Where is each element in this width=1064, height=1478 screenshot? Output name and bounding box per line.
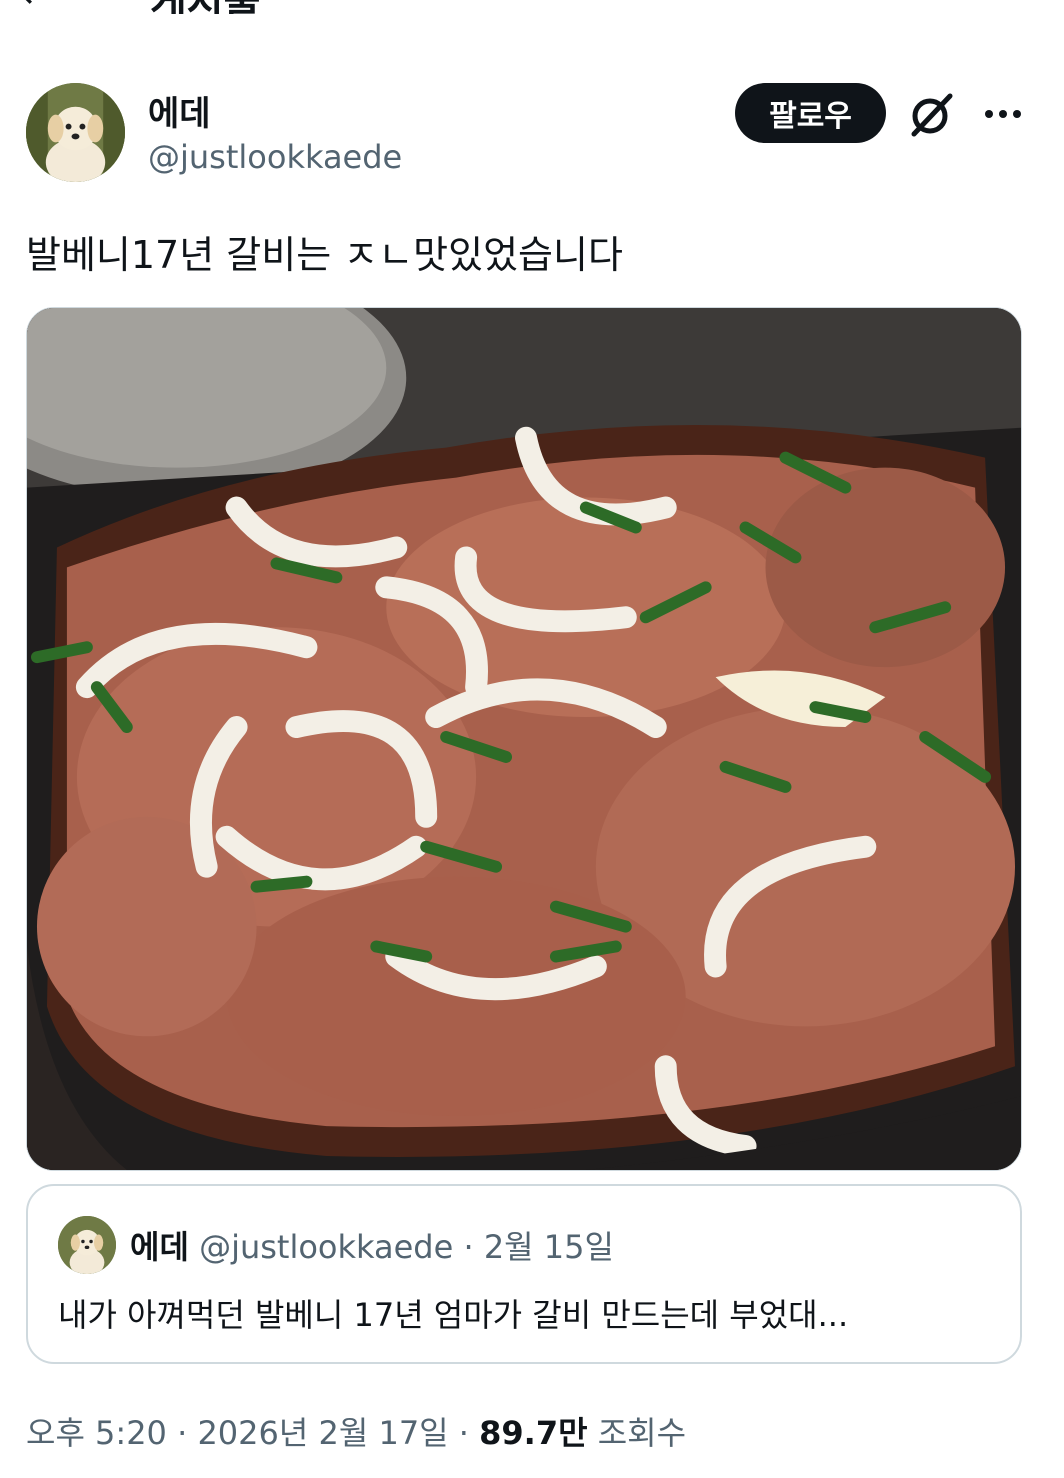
views-label: 조회수 <box>597 1414 687 1452</box>
quote-separator: · <box>463 1228 474 1266</box>
more-icon[interactable] <box>978 92 1028 136</box>
views-count[interactable]: 89.7만 <box>479 1414 587 1452</box>
author-avatar[interactable] <box>26 83 125 182</box>
footer-separator: · <box>458 1414 469 1452</box>
page-title: 게시물 <box>150 0 260 14</box>
photo-galbi-on-grill-icon <box>27 308 1021 1170</box>
post-date: 2026년 2월 17일 <box>197 1414 449 1452</box>
puppy-avatar-icon <box>26 83 125 182</box>
follow-button[interactable]: 팔로우 <box>735 83 886 143</box>
top-bar: ← 게시물 <box>0 0 1064 14</box>
author-name[interactable]: 에데 <box>148 86 211 135</box>
quote-author-handle: @justlookkaede <box>199 1228 454 1266</box>
grok-icon[interactable] <box>906 88 958 140</box>
tweet-metadata: 오후 5:20 · 2026년 2월 17일 · 89.7만 조회수 <box>26 1408 686 1454</box>
quote-text: 내가 아껴먹던 발베니 17년 엄마가 갈비 만드는데 부었대... <box>58 1296 849 1334</box>
back-arrow-icon[interactable]: ← <box>20 0 54 14</box>
tweet-photo[interactable] <box>26 307 1022 1171</box>
quote-author-name: 에데 <box>130 1228 189 1266</box>
tweet-text: 발베니17년 갈비는 ㅈㄴ맛있었습니다 <box>26 233 623 277</box>
quote-header: 에데 @justlookkaede · 2월 15일 <box>130 1222 614 1268</box>
author-handle[interactable]: @justlookkaede <box>148 138 402 176</box>
puppy-avatar-icon <box>58 1216 116 1274</box>
post-time: 오후 5:20 <box>26 1414 167 1452</box>
quote-avatar <box>58 1216 116 1274</box>
quote-date: 2월 15일 <box>483 1228 614 1266</box>
footer-separator: · <box>177 1414 188 1452</box>
quoted-tweet[interactable]: 에데 @justlookkaede · 2월 15일 내가 아껴먹던 발베니 1… <box>26 1184 1022 1364</box>
